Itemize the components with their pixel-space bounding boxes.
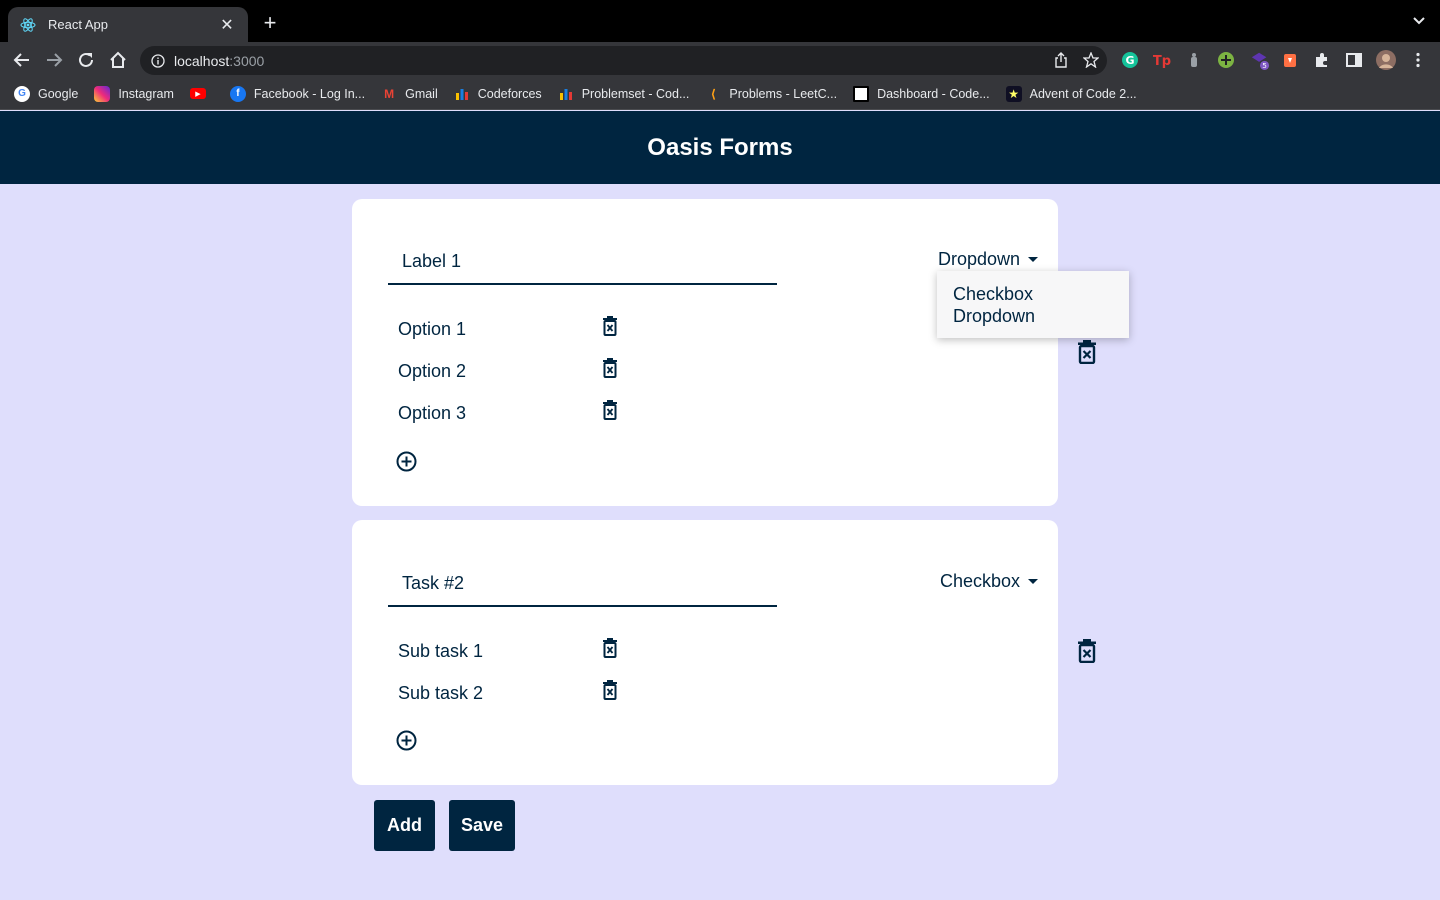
delete-card-icon[interactable] — [1077, 340, 1097, 365]
back-icon[interactable] — [10, 48, 34, 72]
option-text[interactable]: Option 3 — [398, 403, 466, 424]
bookmark-youtube[interactable]: ▶ — [189, 88, 214, 99]
tab-title: React App — [48, 17, 108, 32]
type-dropdown-menu: Checkbox Dropdown — [937, 271, 1129, 338]
option-text[interactable]: Sub task 1 — [398, 641, 483, 662]
bookmark-dashboard[interactable]: Dashboard - Code... — [853, 85, 990, 102]
forward-icon[interactable] — [42, 48, 66, 72]
new-tab-icon[interactable]: + — [258, 11, 282, 35]
tab-close-icon[interactable]: ✕ — [218, 15, 236, 35]
question-label-input[interactable] — [388, 561, 777, 607]
extensions-puzzle-icon[interactable] — [1312, 50, 1332, 70]
leetcode-icon: ⟨ — [710, 86, 717, 101]
side-panel-icon[interactable] — [1344, 50, 1364, 70]
bookmark-problemset[interactable]: Problemset - Cod... — [558, 86, 689, 102]
extension-gray-icon[interactable] — [1184, 50, 1204, 70]
save-button[interactable]: Save — [449, 800, 515, 851]
bookmark-codeforces[interactable]: Codeforces — [454, 86, 542, 102]
caret-down-icon — [1028, 257, 1038, 262]
bookmark-advent-of-code[interactable]: ★ Advent of Code 2... — [1005, 85, 1137, 102]
svg-text:G: G — [1125, 54, 1134, 67]
type-select[interactable]: Dropdown — [938, 249, 1038, 270]
extension-purple-icon[interactable]: 5 — [1250, 50, 1270, 70]
bookmark-facebook[interactable]: f Facebook - Log In... — [229, 85, 365, 102]
bookmark-google[interactable]: G Google — [14, 85, 78, 102]
bookmarks-bar: G Google Instagram ▶ f Facebook - Log In… — [0, 78, 1440, 110]
codeforces-icon — [454, 86, 470, 102]
add-option-icon[interactable] — [396, 730, 417, 751]
delete-option-icon[interactable] — [602, 358, 620, 378]
gmail-icon: M — [384, 86, 395, 101]
browser-menu-icon[interactable] — [1408, 50, 1428, 70]
grammarly-extension-icon[interactable]: G — [1120, 50, 1140, 70]
caret-down-icon — [1028, 579, 1038, 584]
bookmark-gmail[interactable]: M Gmail — [381, 86, 438, 102]
browser-tab[interactable]: React App ✕ — [8, 7, 248, 42]
extension-green-plus-icon[interactable] — [1216, 50, 1236, 70]
form-card: Checkbox Sub task 1 Sub task 2 — [352, 520, 1058, 785]
address-bar[interactable]: localhost:3000 — [140, 46, 1107, 75]
app-title: Oasis Forms — [647, 133, 793, 161]
browser-toolbar: localhost:3000 G Tp 5 — [0, 42, 1440, 78]
home-icon[interactable] — [106, 48, 130, 72]
bookmark-instagram[interactable]: Instagram — [94, 85, 174, 102]
share-icon[interactable] — [1053, 52, 1069, 73]
react-icon — [20, 17, 36, 33]
extension-red-icon[interactable]: Tp — [1152, 50, 1172, 70]
add-button[interactable]: Add — [374, 800, 435, 851]
facebook-icon: f — [229, 85, 246, 102]
type-select-value: Checkbox — [939, 571, 1020, 591]
reload-icon[interactable] — [74, 48, 98, 72]
star-icon: ★ — [1005, 85, 1022, 102]
add-option-icon[interactable] — [396, 451, 417, 472]
delete-option-icon[interactable] — [602, 680, 620, 700]
instagram-icon — [94, 85, 111, 102]
type-select-value: Dropdown — [937, 249, 1020, 269]
svg-text:5: 5 — [1262, 61, 1267, 70]
option-text[interactable]: Sub task 2 — [398, 683, 483, 704]
bookmark-star-icon[interactable] — [1082, 51, 1100, 73]
delete-card-icon[interactable] — [1077, 639, 1097, 664]
dropdown-item-dropdown[interactable]: Dropdown — [953, 305, 1113, 327]
option-text[interactable]: Option 1 — [398, 319, 466, 340]
form-card: Dropdown Option 1 Option 2 Option 3 — [352, 199, 1058, 506]
google-icon: G — [14, 85, 30, 102]
site-info-icon[interactable] — [150, 53, 166, 69]
extension-orange-icon[interactable] — [1280, 50, 1300, 70]
url-text: localhost:3000 — [174, 52, 265, 69]
type-select[interactable]: Checkbox — [940, 571, 1038, 592]
browser-tabstrip: React App ✕ + — [0, 0, 1440, 42]
delete-option-icon[interactable] — [602, 316, 620, 336]
delete-option-icon[interactable] — [602, 400, 620, 420]
dashboard-icon — [853, 85, 870, 102]
option-text[interactable]: Option 2 — [398, 361, 466, 382]
svg-text:Tp: Tp — [1153, 54, 1171, 69]
codeforces-icon — [558, 86, 574, 102]
profile-avatar[interactable] — [1376, 50, 1396, 70]
app-header: Oasis Forms — [0, 111, 1440, 184]
tab-search-chevron-icon[interactable] — [1412, 14, 1426, 28]
question-label-input[interactable] — [388, 239, 777, 285]
youtube-icon: ▶ — [189, 88, 206, 99]
bookmark-leetcode[interactable]: ⟨ Problems - LeetC... — [705, 86, 837, 102]
dropdown-item-checkbox[interactable]: Checkbox — [953, 283, 1113, 305]
delete-option-icon[interactable] — [602, 638, 620, 658]
